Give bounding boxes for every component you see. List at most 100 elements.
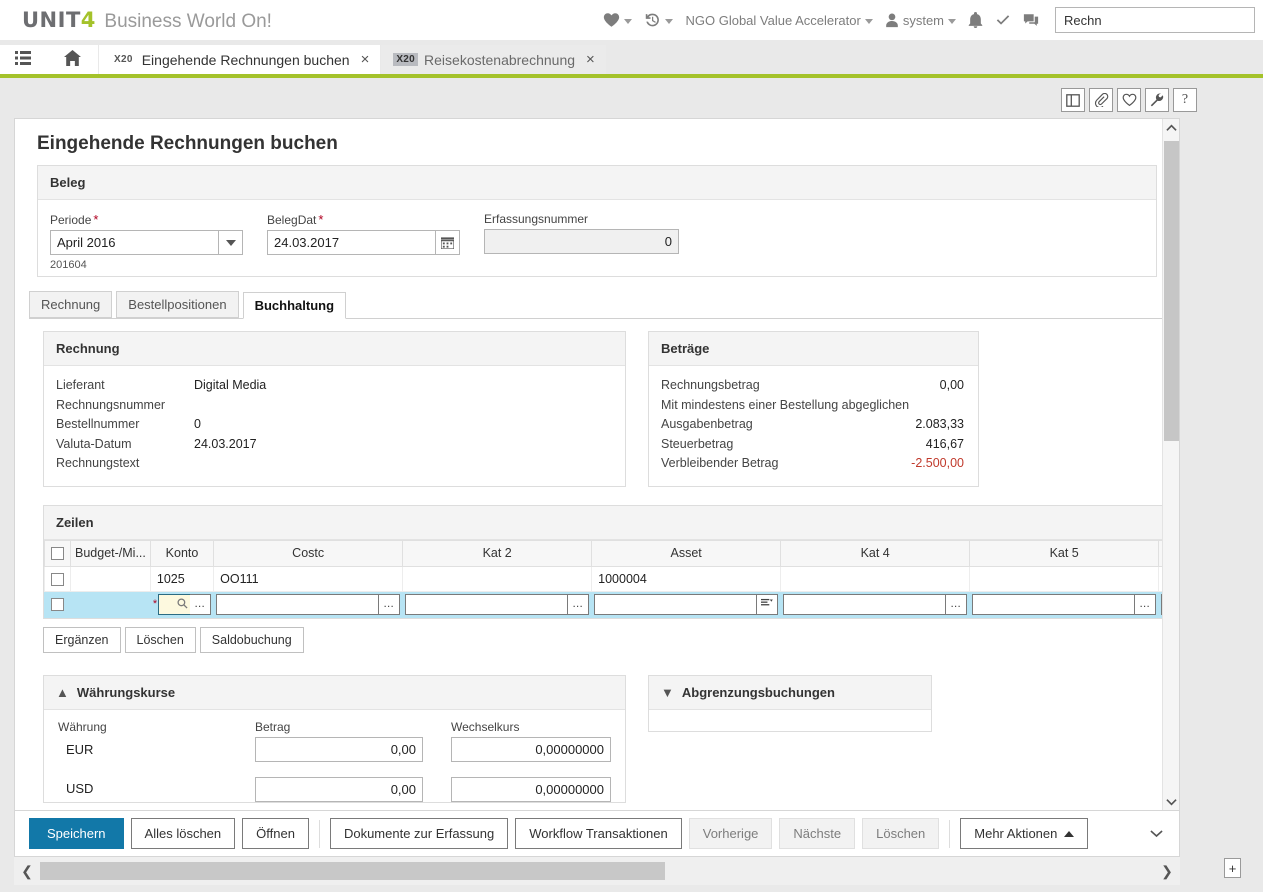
favorites-menu[interactable]	[597, 5, 638, 35]
scroll-down-button[interactable]	[1163, 793, 1179, 810]
oeffnen-button[interactable]: Öffnen	[242, 818, 309, 849]
chat-icon	[1023, 13, 1039, 28]
periode-combo[interactable]	[50, 230, 243, 255]
cell-konto-edit[interactable]: * …	[149, 590, 215, 618]
cell-budget-edit	[70, 590, 151, 618]
cell-asset-edit[interactable]	[591, 590, 782, 618]
mehr-aktionen-button[interactable]: Mehr Aktionen	[960, 818, 1089, 849]
tab-rechnung[interactable]: Rechnung	[29, 291, 113, 318]
horizontal-scrollbar[interactable]: ❮ ❯	[14, 857, 1180, 885]
kat5-input[interactable]	[972, 593, 1136, 615]
cell-kat5	[969, 565, 1160, 592]
vorherige-button[interactable]: Vorherige	[688, 818, 773, 849]
col-kat4[interactable]: Kat 4	[780, 539, 971, 567]
col-select[interactable]	[44, 539, 71, 567]
scroll-left-button[interactable]: ❮	[14, 863, 40, 880]
row-checkbox[interactable]	[51, 572, 64, 586]
close-icon[interactable]: ×	[361, 52, 370, 67]
cell-kat5-edit[interactable]: …	[969, 590, 1160, 618]
kat2-lookup-button[interactable]: …	[568, 593, 590, 615]
select-all-checkbox[interactable]	[51, 547, 64, 561]
col-budget[interactable]: Budget-/Mi...	[70, 539, 151, 567]
col-konto[interactable]: Konto	[149, 539, 215, 567]
waehrung-col-label: Währung	[58, 719, 107, 734]
naechste-button[interactable]: Nächste	[779, 818, 856, 849]
list-item: Mit mindestens einer Bestellung abgeglic…	[661, 396, 964, 416]
field-label: Ausgabenbetrag	[661, 417, 753, 431]
add-panel-button[interactable]: +	[1224, 858, 1241, 878]
wrench-icon[interactable]	[1145, 88, 1169, 112]
tasks-button[interactable]	[989, 5, 1017, 35]
notifications-button[interactable]	[962, 5, 989, 35]
costc-input[interactable]	[216, 593, 380, 615]
asset-list-button[interactable]	[757, 593, 779, 615]
history-menu[interactable]	[638, 5, 679, 35]
belegdat-input[interactable]	[267, 230, 435, 255]
company-selector[interactable]: NGO Global Value Accelerator	[679, 5, 878, 35]
scrollbar-track[interactable]	[40, 862, 1154, 880]
paperclip-icon[interactable]	[1089, 88, 1113, 112]
betrag-usd-input[interactable]	[255, 776, 423, 802]
list-item: Rechnungsnummer	[56, 396, 613, 416]
close-icon[interactable]: ×	[586, 52, 595, 67]
bottom-sections: ▲ Währungskurse Währung EUR USD Betrag 0…	[43, 674, 1167, 803]
alles-loeschen-button[interactable]: Alles löschen	[130, 818, 236, 849]
tab-buchhaltung[interactable]: Buchhaltung	[242, 292, 347, 319]
ergaenzen-button[interactable]: Ergänzen	[43, 626, 121, 653]
periode-input[interactable]	[50, 230, 218, 255]
split-view-icon[interactable]	[1061, 88, 1085, 112]
calendar-icon[interactable]	[435, 230, 460, 255]
user-menu[interactable]: system	[879, 5, 962, 35]
field-value: 416,67	[925, 436, 964, 451]
waehrungskurse-header[interactable]: ▲ Währungskurse	[44, 675, 625, 710]
cell-costc-edit[interactable]: …	[213, 590, 404, 618]
speichern-button[interactable]: Speichern	[29, 818, 124, 849]
loeschen-button[interactable]: Löschen	[862, 818, 940, 849]
betrag-eur-input[interactable]	[255, 736, 423, 762]
actionbar-scroll-down[interactable]	[1150, 826, 1163, 841]
kat4-lookup-button[interactable]: …	[946, 593, 968, 615]
row-checkbox[interactable]	[51, 598, 64, 612]
col-kat2[interactable]: Kat 2	[402, 539, 593, 567]
konto-lookup-button[interactable]: …	[190, 593, 212, 615]
kat5-lookup-button[interactable]: …	[1135, 593, 1157, 615]
logo-product-text: Business World On!	[104, 10, 272, 32]
rechnung-section: Rechnung Lieferant Digital Media Rechnun…	[43, 331, 626, 487]
saldobuchung-button[interactable]: Saldobuchung	[199, 626, 304, 653]
scrollbar-thumb[interactable]	[40, 862, 665, 880]
col-asset[interactable]: Asset	[591, 539, 782, 567]
heart-icon[interactable]	[1117, 88, 1141, 112]
asset-input[interactable]	[594, 593, 758, 615]
kat4-input[interactable]	[783, 593, 947, 615]
loeschen-button[interactable]: Löschen	[124, 626, 196, 653]
chat-button[interactable]	[1017, 5, 1045, 35]
workflow-transaktionen-button[interactable]: Workflow Transaktionen	[515, 818, 682, 849]
chevron-down-icon[interactable]	[218, 230, 243, 255]
ellipsis-icon: …	[572, 598, 585, 610]
table-row[interactable]: 1025 OO111 1000004 EUR S2 0,00 0	[44, 565, 1179, 592]
abgrenzungsbuchungen-header[interactable]: ▼ Abgrenzungsbuchungen	[649, 675, 931, 710]
wechselkurs-eur-input[interactable]	[451, 736, 611, 762]
costc-lookup-button[interactable]: …	[379, 593, 401, 615]
tab-bestellpositionen[interactable]: Bestellpositionen	[116, 291, 239, 318]
question-icon[interactable]: ?	[1173, 88, 1197, 112]
field-label: Lieferant	[56, 378, 105, 392]
col-costc[interactable]: Costc	[213, 539, 404, 567]
table-row-edit[interactable]: * … … … … …	[44, 590, 1179, 618]
kat2-input[interactable]	[405, 593, 569, 615]
page-title: Eingehende Rechnungen buchen	[37, 133, 338, 154]
tab-badge: X20	[393, 53, 419, 66]
chevron-down-icon	[948, 18, 956, 24]
col-kat5[interactable]: Kat 5	[969, 539, 1160, 567]
wechselkurs-usd-input[interactable]	[451, 776, 611, 802]
currency-usd-label: USD	[66, 780, 94, 796]
cell-kat4-edit[interactable]: …	[780, 590, 971, 618]
search-input[interactable]	[1055, 7, 1255, 33]
rechnung-section-title: Rechnung	[44, 332, 625, 366]
scroll-right-button[interactable]: ❯	[1154, 863, 1180, 880]
scroll-up-button[interactable]	[1163, 119, 1179, 136]
content-vertical-scrollbar[interactable]	[1162, 119, 1179, 810]
dokumente-zur-erfassung-button[interactable]: Dokumente zur Erfassung	[329, 818, 509, 849]
cell-kat2-edit[interactable]: …	[402, 590, 593, 618]
belegdat-combo[interactable]	[267, 230, 460, 255]
